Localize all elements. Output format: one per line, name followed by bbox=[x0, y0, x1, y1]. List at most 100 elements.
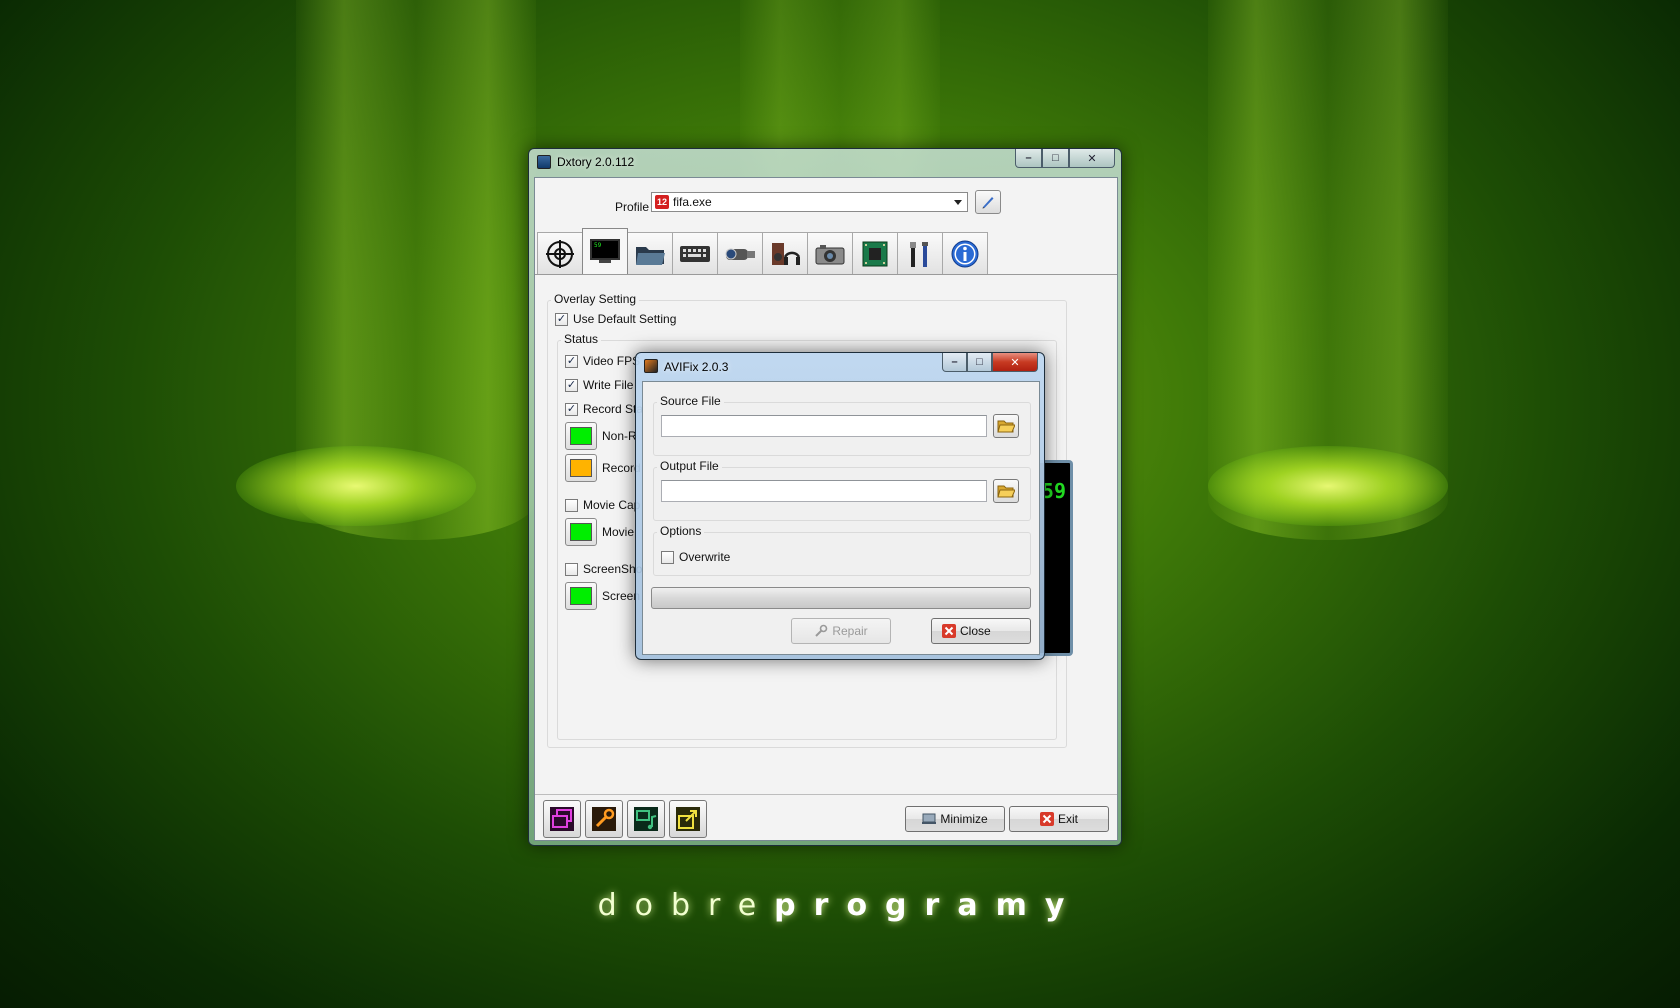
tab-video[interactable] bbox=[717, 232, 763, 274]
camcorder-icon bbox=[725, 248, 755, 260]
avifix-titlebar[interactable]: AVIFix 2.0.3 – □ ✕ bbox=[636, 353, 1044, 379]
screenshot-color-button[interactable] bbox=[565, 582, 597, 610]
minimize-button[interactable]: – bbox=[1015, 149, 1042, 168]
export-tool-button[interactable] bbox=[669, 800, 707, 838]
tab-about[interactable] bbox=[942, 232, 988, 274]
profile-edit-button[interactable] bbox=[975, 190, 1001, 214]
checkbox-box bbox=[565, 498, 578, 512]
export-icon bbox=[676, 807, 700, 831]
avifix-close-app-button[interactable]: Close bbox=[931, 618, 1031, 644]
screenshot-color-row: Screen bbox=[565, 582, 640, 610]
repair-label: Repair bbox=[832, 624, 868, 638]
record-color-button[interactable] bbox=[565, 454, 597, 482]
movie-color-row: Movie bbox=[565, 518, 634, 546]
tab-screenshot[interactable] bbox=[807, 232, 853, 274]
avifix-app-icon bbox=[644, 359, 658, 373]
overwrite-label: Overwrite bbox=[679, 550, 731, 564]
wallpaper-glow-left bbox=[236, 446, 476, 526]
brand-logo: dobreprogramy bbox=[0, 888, 1680, 923]
status-group-label: Status bbox=[561, 332, 602, 346]
avifix-maximize-button[interactable]: □ bbox=[967, 353, 992, 372]
dxtory-app-icon bbox=[537, 155, 551, 169]
output-file-input[interactable] bbox=[661, 480, 987, 502]
svg-text:59: 59 bbox=[594, 242, 602, 249]
folder-open-icon bbox=[997, 485, 1015, 498]
output-file-label: Output File bbox=[657, 459, 722, 473]
color-swatch bbox=[570, 427, 592, 445]
avifix-close-button[interactable]: ✕ bbox=[992, 353, 1038, 372]
wrench-tool-button[interactable] bbox=[585, 800, 623, 838]
profile-value: fifa.exe bbox=[673, 195, 712, 209]
keyboard-icon bbox=[680, 245, 710, 262]
output-browse-button[interactable] bbox=[993, 479, 1019, 503]
chevron-down-icon bbox=[954, 200, 962, 205]
tab-advanced[interactable] bbox=[852, 232, 898, 274]
profile-label: Profile bbox=[615, 200, 650, 214]
tab-audio[interactable] bbox=[762, 232, 808, 274]
checkbox-box: ✓ bbox=[555, 312, 568, 326]
movie-label: Movie bbox=[602, 525, 635, 539]
checkbox-box: ✓ bbox=[565, 378, 578, 392]
music-screen-icon bbox=[634, 807, 658, 831]
source-browse-button[interactable] bbox=[993, 414, 1019, 438]
maximize-button[interactable]: □ bbox=[1042, 149, 1069, 168]
chip-icon bbox=[862, 241, 888, 266]
media-tool-button[interactable] bbox=[627, 800, 665, 838]
brand-logo-bold: programy bbox=[774, 888, 1083, 923]
tab-folder[interactable] bbox=[627, 232, 673, 274]
camera-icon bbox=[815, 244, 845, 264]
movie-color-button[interactable] bbox=[565, 518, 597, 546]
settings-tabs: 59 bbox=[537, 228, 988, 274]
video-fps-label: Video FPS bbox=[583, 354, 641, 368]
non-record-color-button[interactable] bbox=[565, 422, 597, 450]
wrench-icon bbox=[592, 807, 616, 831]
windows-tool-button[interactable] bbox=[543, 800, 581, 838]
dxtory-titlebar[interactable]: Dxtory 2.0.112 – □ ✕ bbox=[529, 149, 1121, 175]
avifix-window: AVIFix 2.0.3 – □ ✕ Source File Output Fi… bbox=[635, 352, 1045, 660]
options-label: Options bbox=[657, 524, 705, 538]
profile-select[interactable]: 12 fifa.exe bbox=[651, 192, 968, 212]
minimize-app-label: Minimize bbox=[940, 812, 988, 826]
write-file-label: Write File bbox=[583, 378, 634, 392]
screenshot-label: ScreenSho bbox=[583, 562, 643, 576]
overwrite-checkbox[interactable]: Overwrite bbox=[661, 550, 730, 564]
source-file-label: Source File bbox=[657, 394, 724, 408]
crosshair-icon bbox=[546, 239, 574, 268]
brand-logo-regular: dobre bbox=[597, 888, 775, 923]
checkbox-box bbox=[565, 562, 578, 576]
write-file-checkbox[interactable]: ✓ Write File bbox=[565, 378, 633, 392]
screenshot-checkbox[interactable]: ScreenSho bbox=[565, 562, 642, 576]
close-button[interactable]: ✕ bbox=[1069, 149, 1115, 168]
exit-button[interactable]: Exit bbox=[1009, 806, 1109, 832]
video-fps-checkbox[interactable]: ✓ Video FPS bbox=[565, 354, 640, 368]
exit-icon bbox=[1039, 812, 1054, 826]
record-color-row: Record bbox=[565, 454, 641, 482]
fifa-icon: 12 bbox=[655, 195, 669, 209]
pencil-icon bbox=[982, 197, 994, 209]
exit-label: Exit bbox=[1057, 812, 1078, 826]
tab-hotkeys[interactable] bbox=[672, 232, 718, 274]
record-status-checkbox[interactable]: ✓ Record Sta bbox=[565, 402, 643, 416]
repair-button[interactable]: Repair bbox=[791, 618, 891, 644]
movie-capture-checkbox[interactable]: Movie Cap bbox=[565, 498, 640, 512]
color-swatch bbox=[570, 459, 592, 477]
tab-targets[interactable] bbox=[537, 232, 583, 274]
wrench-icon bbox=[814, 624, 828, 638]
folder-icon bbox=[636, 246, 665, 265]
overlay-setting-label: Overlay Setting bbox=[551, 292, 640, 306]
avifix-client: Source File Output File Options Overwrit… bbox=[642, 381, 1040, 655]
repair-progress-bar bbox=[651, 587, 1031, 609]
info-icon bbox=[951, 240, 979, 267]
minimize-app-button[interactable]: Minimize bbox=[905, 806, 1005, 832]
audio-icon bbox=[772, 242, 801, 265]
source-file-input[interactable] bbox=[661, 415, 987, 437]
tab-tools[interactable] bbox=[897, 232, 943, 274]
checkbox-box: ✓ bbox=[565, 402, 578, 416]
tab-overlay[interactable]: 59 bbox=[582, 228, 628, 274]
avifix-minimize-button[interactable]: – bbox=[942, 353, 967, 372]
close-icon bbox=[942, 624, 956, 638]
overlay-preview-fps: 59 bbox=[1041, 479, 1066, 503]
avifix-title: AVIFix 2.0.3 bbox=[664, 360, 729, 374]
use-default-checkbox[interactable]: ✓ Use Default Setting bbox=[555, 312, 676, 326]
monitor-icon: 59 bbox=[590, 238, 620, 263]
